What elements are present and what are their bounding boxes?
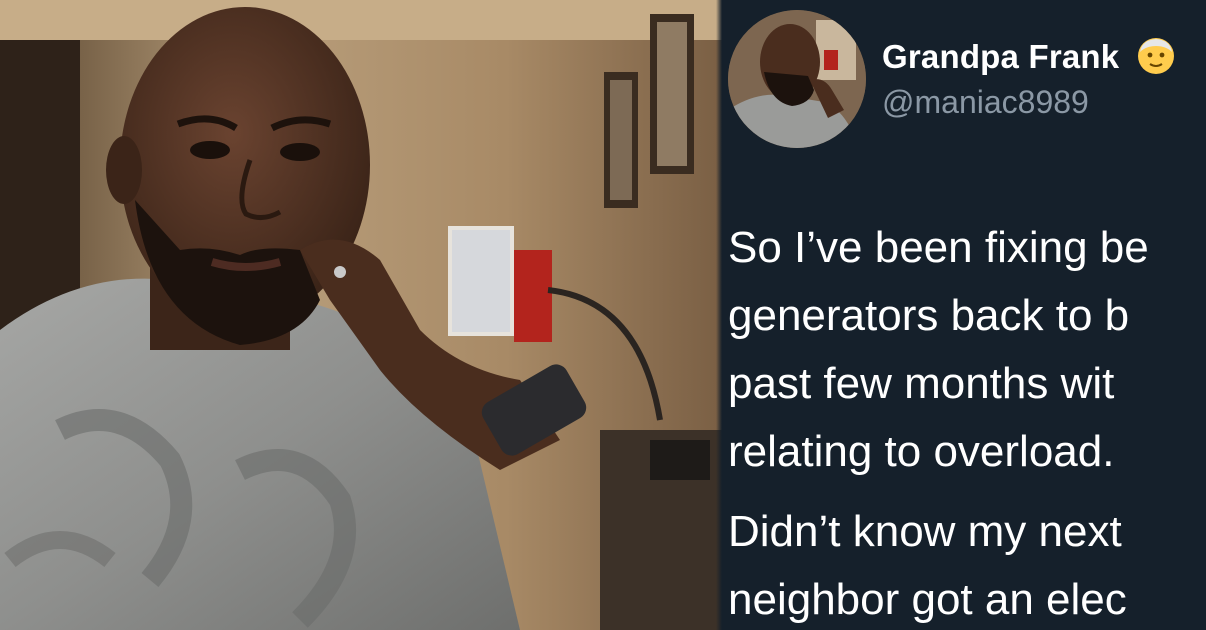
tweet-line: past few months wit [728, 359, 1115, 408]
avatar[interactable] [728, 10, 866, 148]
tweet-paragraph: Didn’t know my next neighbor got an elec [728, 498, 1206, 630]
display-name[interactable]: Grandpa Frank [882, 38, 1119, 75]
avatar-photo-icon [728, 10, 866, 148]
tweet-line: Didn’t know my next [728, 507, 1122, 556]
display-name-row: Grandpa Frank [882, 36, 1176, 76]
older-man-emoji-icon [1136, 36, 1176, 76]
share-image: Grandpa Frank @maniac8989 So I’ve been f… [0, 0, 1206, 630]
tweet-line: So I’ve been fixing be [728, 223, 1149, 272]
tweet-line: generators back to b [728, 291, 1130, 340]
profile-photo [0, 0, 722, 630]
man-portrait-photo [0, 0, 722, 630]
tweet-paragraph: So I’ve been fixing be generators back t… [728, 214, 1206, 486]
user-handle[interactable]: @maniac8989 [882, 84, 1089, 121]
tweet-line: relating to overload. [728, 427, 1115, 476]
tweet-card: Grandpa Frank @maniac8989 So I’ve been f… [722, 0, 1206, 630]
tweet-text: So I’ve been fixing be generators back t… [728, 214, 1206, 630]
tweet-line: neighbor got an elec [728, 575, 1127, 624]
